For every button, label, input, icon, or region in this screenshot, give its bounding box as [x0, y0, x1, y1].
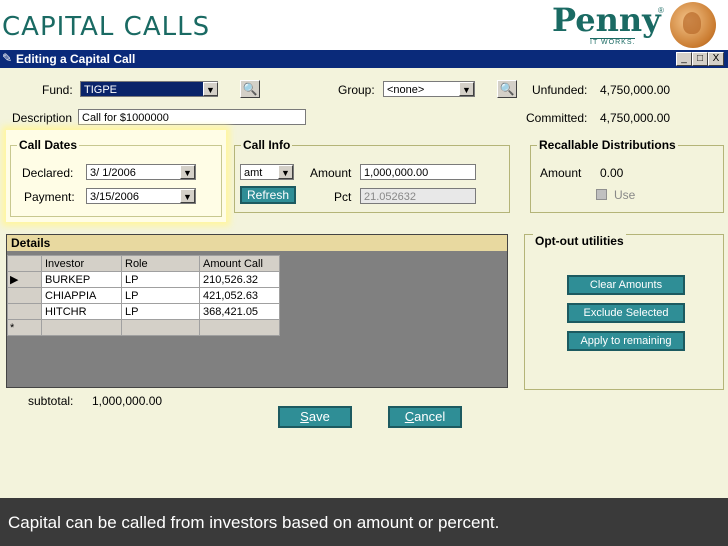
edit-capital-call-window: Fund: TIGPE ▼ 🔍 Group: <none> ▼ 🔍 Unfund…	[0, 68, 728, 498]
role-cell[interactable]: LP	[121, 271, 200, 288]
row-header-corner	[7, 255, 42, 272]
column-header-amount-call[interactable]: Amount Call	[199, 255, 280, 272]
penny-logo: Penny ® IT WORKS.	[530, 0, 728, 50]
exclude-selected-button[interactable]: Exclude Selected	[567, 303, 685, 323]
save-access-key: S	[300, 409, 309, 424]
recallable-amount-label: Amount	[540, 166, 582, 180]
caption-bar: Capital can be called from investors bas…	[0, 498, 728, 546]
row-selector[interactable]	[7, 303, 42, 320]
group-dropdown-arrow-icon[interactable]: ▼	[459, 82, 474, 96]
column-header-investor[interactable]: Investor	[41, 255, 122, 272]
use-checkbox[interactable]	[596, 189, 607, 200]
cancel-access-key: C	[404, 409, 415, 424]
close-button[interactable]: X	[708, 52, 724, 66]
call-dates-panel: Call Dates Declared: 3/ 1/2006 ▼ Payment…	[6, 130, 226, 222]
investor-cell[interactable]: HITCHR	[41, 303, 122, 320]
details-table: Investor Role Amount Call ▶ BURKEP LP 21…	[7, 255, 280, 336]
unfunded-value: 4,750,000.00	[600, 83, 671, 97]
committed-value: 4,750,000.00	[600, 111, 671, 125]
fund-search-icon[interactable]: 🔍	[240, 80, 260, 98]
group-search-icon[interactable]: 🔍	[497, 80, 517, 98]
amount-call-cell[interactable]: 210,526.32	[199, 271, 280, 288]
details-grid: Details Investor Role Amount Call ▶ BURK…	[6, 234, 508, 388]
slide-title: CAPITAL CALLS	[2, 12, 211, 42]
group-label: Group:	[338, 83, 375, 97]
recallable-amount-value: 0.00	[600, 166, 624, 180]
details-title: Details	[7, 235, 507, 251]
table-row[interactable]: HITCHR LP 368,421.05	[7, 303, 280, 320]
fund-select[interactable]: TIGPE	[80, 81, 218, 97]
amount-input[interactable]: 1,000,000.00	[360, 164, 476, 180]
declared-label: Declared:	[22, 166, 74, 180]
cancel-label: ancel	[414, 409, 446, 424]
role-cell[interactable]: LP	[121, 303, 200, 320]
logo-wordmark: Penny	[552, 1, 661, 39]
row-selector[interactable]	[7, 287, 42, 304]
description-input[interactable]: Call for $1000000	[78, 109, 306, 125]
save-label: ave	[308, 409, 330, 424]
caption-text: Capital can be called from investors bas…	[8, 513, 500, 532]
call-info-title: Call Info	[241, 138, 293, 152]
window-title: Editing a Capital Call	[16, 52, 136, 66]
refresh-button[interactable]: Refresh	[240, 186, 296, 204]
save-button[interactable]: Save	[278, 406, 352, 428]
pct-input: 21.052632	[360, 188, 476, 204]
amount-call-cell[interactable]: 421,052.63	[199, 287, 280, 304]
unfunded-label: Unfunded:	[532, 83, 588, 97]
committed-label: Committed:	[526, 111, 588, 125]
apply-to-remaining-button[interactable]: Apply to remaining	[567, 331, 685, 351]
penny-coin-icon	[670, 2, 716, 48]
amount-call-cell[interactable]	[199, 319, 280, 336]
use-label: Use	[614, 188, 636, 202]
table-row[interactable]: CHIAPPIA LP 421,052.63	[7, 287, 280, 304]
amount-call-cell[interactable]: 368,421.05	[199, 303, 280, 320]
subtotal-label: subtotal:	[28, 394, 74, 408]
row-selector-icon[interactable]: ▶	[7, 271, 42, 288]
payment-dropdown-arrow-icon[interactable]: ▼	[180, 189, 195, 203]
fund-label: Fund:	[42, 83, 73, 97]
investor-cell[interactable]: CHIAPPIA	[41, 287, 122, 304]
pencil-icon: ✎	[2, 51, 13, 65]
investor-cell[interactable]: BURKEP	[41, 271, 122, 288]
payment-label: Payment:	[24, 190, 75, 204]
investor-cell[interactable]	[41, 319, 122, 336]
role-cell[interactable]	[121, 319, 200, 336]
window-titlebar: ✎ Editing a Capital Call	[0, 50, 728, 68]
minimize-button[interactable]: _	[676, 52, 692, 66]
pct-label: Pct	[334, 190, 352, 204]
table-row-new[interactable]: *	[7, 319, 280, 336]
fund-dropdown-arrow-icon[interactable]: ▼	[203, 82, 218, 96]
declared-dropdown-arrow-icon[interactable]: ▼	[180, 165, 195, 179]
opt-out-title: Opt-out utilities	[533, 234, 626, 248]
recallable-title: Recallable Distributions	[537, 138, 678, 152]
call-dates-frame: Call Dates	[10, 138, 222, 217]
description-label: Description	[12, 111, 73, 125]
logo-tagline: IT WORKS.	[590, 38, 636, 46]
column-header-role[interactable]: Role	[121, 255, 200, 272]
cancel-button[interactable]: Cancel	[388, 406, 462, 428]
table-row[interactable]: ▶ BURKEP LP 210,526.32	[7, 271, 280, 288]
call-dates-title: Call Dates	[17, 138, 80, 152]
role-cell[interactable]: LP	[121, 287, 200, 304]
logo-registered-mark: ®	[658, 6, 664, 15]
opt-out-utilities-frame: Opt-out utilities Clear Amounts Exclude …	[524, 234, 724, 390]
maximize-button[interactable]: □	[692, 52, 708, 66]
clear-amounts-button[interactable]: Clear Amounts	[567, 275, 685, 295]
new-row-asterisk-icon[interactable]: *	[7, 319, 42, 336]
call-mode-dropdown-arrow-icon[interactable]: ▼	[278, 165, 293, 179]
subtotal-value: 1,000,000.00	[92, 394, 163, 408]
amount-label: Amount	[310, 166, 352, 180]
